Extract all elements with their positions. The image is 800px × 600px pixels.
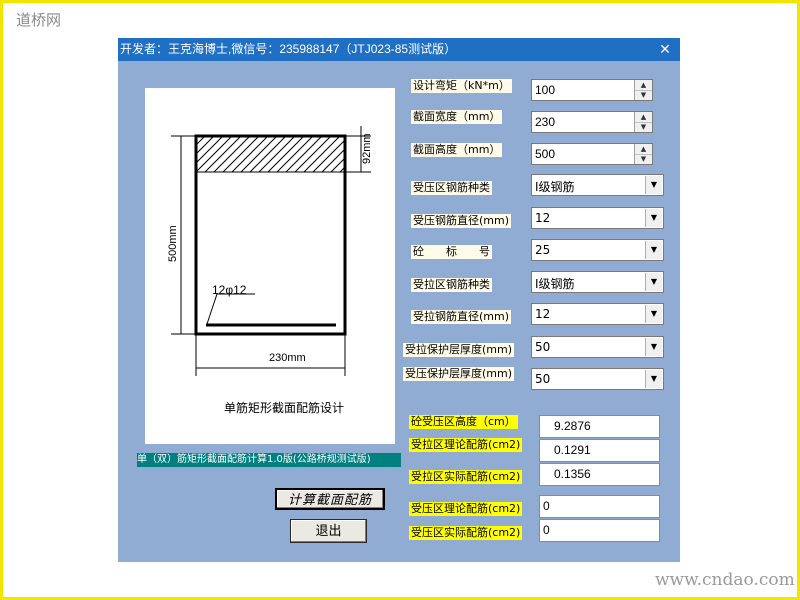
site-logo: 道桥网 bbox=[16, 11, 62, 29]
chevron-down-icon[interactable]: ▼ bbox=[645, 338, 662, 356]
tens-theoretical-label: 受拉区理论配筋(cm2) bbox=[409, 438, 523, 452]
tens-steel-type-select[interactable]: I级钢筋 ▼ bbox=[531, 271, 664, 293]
window-title: 开发者：王克海博士,微信号：235988147（JTJ023-85测试版） bbox=[120, 42, 457, 56]
width-dimension-label: 230mm bbox=[269, 352, 306, 364]
tens-cover-value: 50 bbox=[535, 340, 551, 354]
chevron-down-icon[interactable]: ▼ bbox=[645, 305, 662, 323]
concrete-grade-select[interactable]: 25 ▼ bbox=[531, 239, 664, 261]
comp-cover-label: 受压保护层厚度(mm) bbox=[403, 367, 515, 381]
comp-steel-diameter-select[interactable]: 12 ▼ bbox=[531, 207, 664, 229]
title-bar: 开发者：王克海博士,微信号：235988147（JTJ023-85测试版） ✕ bbox=[118, 38, 680, 61]
comp-actual-label: 受压区实际配筋(cm2) bbox=[409, 526, 523, 540]
tens-actual-label: 受拉区实际配筋(cm2) bbox=[409, 470, 523, 484]
width-spinbox[interactable]: 230 ▲ ▼ bbox=[531, 111, 653, 133]
exit-button[interactable]: 退出 bbox=[290, 519, 367, 543]
rebar-label: 12φ12 bbox=[212, 283, 247, 297]
spin-down-icon[interactable]: ▼ bbox=[635, 154, 652, 164]
main-dialog: 开发者：王克海博士,微信号：235988147（JTJ023-85测试版） ✕ bbox=[118, 38, 680, 562]
comp-actual-output[interactable]: 0 bbox=[539, 519, 660, 542]
comp-theoretical-label: 受压区理论配筋(cm2) bbox=[409, 502, 523, 516]
drawing-caption: 单筋矩形截面配筋设计 bbox=[224, 401, 345, 415]
comp-steel-type-label: 受压区钢筋种类 bbox=[411, 181, 492, 195]
height-dimension-label: 500mm bbox=[167, 225, 179, 262]
concrete-grade-label: 砼 标 号 bbox=[411, 245, 492, 259]
compression-zone-hatch bbox=[196, 137, 344, 172]
spin-down-icon[interactable]: ▼ bbox=[635, 90, 652, 100]
moment-label: 设计弯矩（kN*m） bbox=[411, 79, 512, 93]
tens-steel-type-value: I级钢筋 bbox=[535, 277, 575, 291]
rebar-leader bbox=[206, 293, 218, 325]
section-drawing: 500mm 92mm 230mm 12φ12 单筋矩形截面配筋设计 bbox=[145, 88, 395, 444]
comp-cover-select[interactable]: 50 ▼ bbox=[531, 368, 664, 390]
height-spinbox[interactable]: 500 ▲ ▼ bbox=[531, 143, 653, 165]
tens-steel-diameter-value: 12 bbox=[535, 307, 551, 321]
version-info: 单（双）筋矩形截面配筋计算1.0版(公路桥规测试版) bbox=[137, 453, 401, 467]
tens-actual-output[interactable]: 0.1356 bbox=[539, 463, 660, 486]
tens-theoretical-output[interactable]: 0.1291 bbox=[539, 439, 660, 462]
chevron-down-icon[interactable]: ▼ bbox=[645, 273, 662, 291]
tens-steel-diameter-select[interactable]: 12 ▼ bbox=[531, 303, 664, 325]
calculate-button[interactable]: 计算截面配筋 bbox=[275, 488, 385, 510]
site-url: www.cndao.com bbox=[655, 570, 795, 590]
width-value: 230 bbox=[535, 115, 556, 129]
comp-zone-height-label: 砼受压区高度（cm） bbox=[409, 415, 518, 429]
height-label: 截面高度（mm） bbox=[411, 143, 503, 157]
tens-steel-diameter-label: 受拉钢筋直径(mm) bbox=[411, 310, 512, 324]
moment-value: 100 bbox=[535, 83, 556, 97]
comp-zone-height-output[interactable]: 9.2876 bbox=[539, 415, 660, 438]
height-value: 500 bbox=[535, 147, 556, 161]
chevron-down-icon[interactable]: ▼ bbox=[645, 209, 662, 227]
section-diagram bbox=[171, 126, 371, 376]
width-label: 截面宽度（mm） bbox=[411, 110, 503, 124]
close-icon[interactable]: ✕ bbox=[654, 38, 676, 61]
comp-steel-type-value: I级钢筋 bbox=[535, 180, 575, 194]
comp-steel-type-select[interactable]: I级钢筋 ▼ bbox=[531, 174, 664, 196]
chevron-down-icon[interactable]: ▼ bbox=[645, 241, 662, 259]
comp-steel-diameter-value: 12 bbox=[535, 211, 551, 225]
spin-down-icon[interactable]: ▼ bbox=[635, 122, 652, 132]
chevron-down-icon[interactable]: ▼ bbox=[645, 176, 662, 194]
tens-steel-type-label: 受拉区钢筋种类 bbox=[411, 278, 492, 292]
comp-cover-value: 50 bbox=[535, 372, 551, 386]
compression-dimension-label: 92mm bbox=[361, 133, 373, 164]
concrete-grade-value: 25 bbox=[535, 243, 551, 257]
tens-cover-select[interactable]: 50 ▼ bbox=[531, 336, 664, 358]
comp-theoretical-output[interactable]: 0 bbox=[539, 495, 660, 518]
chevron-down-icon[interactable]: ▼ bbox=[645, 370, 662, 388]
tens-cover-label: 受拉保护层厚度(mm) bbox=[403, 343, 515, 357]
comp-steel-diameter-label: 受压钢筋直径(mm) bbox=[411, 214, 512, 228]
moment-spinbox[interactable]: 100 ▲ ▼ bbox=[531, 79, 653, 101]
